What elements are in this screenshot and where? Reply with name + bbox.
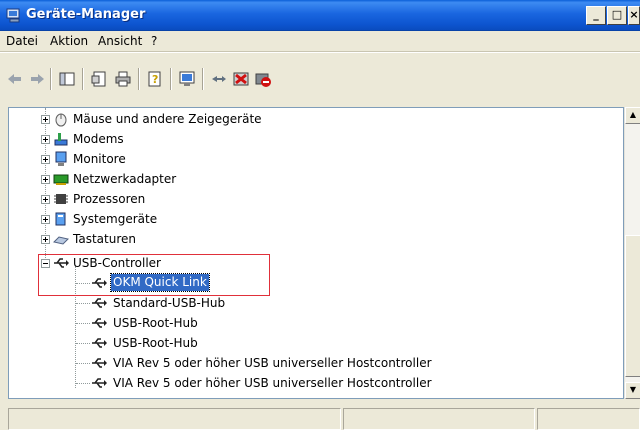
usb-icon <box>92 378 107 388</box>
expand-toggle[interactable] <box>41 175 50 184</box>
category-modems[interactable]: Modems <box>9 129 609 149</box>
status-bar <box>8 408 640 430</box>
toolbar-separator <box>138 68 140 90</box>
svg-text:?: ? <box>152 73 158 86</box>
toolbar-separator <box>170 68 172 90</box>
scroll-down-button[interactable]: ▼ <box>625 382 640 399</box>
category-maeuse[interactable]: Mäuse und andere Zeigegeräte <box>9 109 609 129</box>
maximize-button[interactable]: □ <box>607 6 627 25</box>
toolbar: ? <box>0 52 640 101</box>
scroll-thumb[interactable] <box>625 235 640 377</box>
category-monitore[interactable]: Monitore <box>9 149 609 169</box>
menu-ansicht[interactable]: Ansicht <box>98 34 142 48</box>
toolbar-separator <box>50 68 52 90</box>
system-device-icon <box>55 212 66 226</box>
title-bar[interactable]: Geräte-Manager _ □ × <box>0 0 640 31</box>
menu-bar: Datei Aktion Ansicht ? <box>0 31 640 52</box>
device-label: VIA Rev 5 oder höher USB universeller Ho… <box>113 376 432 390</box>
category-label: Prozessoren <box>73 192 146 206</box>
category-label: Tastaturen <box>73 232 136 246</box>
toolbar-separator <box>82 68 84 90</box>
vertical-scrollbar[interactable]: ▲ ▼ <box>624 107 640 399</box>
device-usb-root-hub[interactable]: USB-Root-Hub <box>9 313 609 333</box>
device-standard-usb-hub[interactable]: Standard-USB-Hub <box>9 293 609 313</box>
expand-toggle[interactable] <box>41 215 50 224</box>
category-netzwerkadapter[interactable]: Netzwerkadapter <box>9 169 609 189</box>
scroll-up-button[interactable]: ▲ <box>625 107 640 124</box>
window-title: Geräte-Manager <box>26 7 146 22</box>
usb-icon <box>92 298 107 308</box>
device-via-hostcontroller[interactable]: VIA Rev 5 oder höher USB universeller Ho… <box>9 353 609 373</box>
category-label: Monitore <box>73 152 126 166</box>
device-tree[interactable]: Mäuse und andere Zeigegeräte Modems Moni… <box>8 107 624 399</box>
forward-icon[interactable] <box>28 70 46 88</box>
menu-help[interactable]: ? <box>151 34 157 48</box>
device-label: Standard-USB-Hub <box>113 296 226 310</box>
expand-toggle[interactable] <box>41 155 50 164</box>
close-button[interactable]: × <box>628 6 640 25</box>
expand-toggle[interactable] <box>41 135 50 144</box>
mouse-icon <box>55 113 67 127</box>
category-label: Modems <box>73 132 124 146</box>
device-label: USB-Root-Hub <box>113 316 198 330</box>
console-tree-icon[interactable] <box>58 70 76 88</box>
print-icon[interactable] <box>114 70 132 88</box>
category-label: Systemgeräte <box>73 212 158 226</box>
help-icon[interactable]: ? <box>146 70 164 88</box>
scan-hardware-icon[interactable] <box>178 70 196 88</box>
network-adapter-icon <box>53 174 69 185</box>
device-label: VIA Rev 5 oder höher USB universeller Ho… <box>113 356 432 370</box>
device-usb-root-hub[interactable]: USB-Root-Hub <box>9 333 609 353</box>
device-manager-icon <box>6 8 20 23</box>
minimize-button[interactable]: _ <box>586 6 606 25</box>
status-panel <box>537 408 640 430</box>
properties-icon[interactable] <box>90 70 108 88</box>
category-systemgeraete[interactable]: Systemgeräte <box>9 209 609 229</box>
processor-icon <box>54 194 68 204</box>
category-prozessoren[interactable]: Prozessoren <box>9 189 609 209</box>
modem-icon <box>54 133 68 146</box>
device-via-hostcontroller[interactable]: VIA Rev 5 oder höher USB universeller Ho… <box>9 373 609 393</box>
toolbar-separator <box>202 68 204 90</box>
menu-aktion[interactable]: Aktion <box>50 34 88 48</box>
status-panel <box>8 408 341 430</box>
disable-icon[interactable] <box>254 70 272 88</box>
uninstall-icon[interactable] <box>232 70 250 88</box>
device-label: USB-Root-Hub <box>113 336 198 350</box>
usb-icon <box>92 318 107 328</box>
keyboard-icon <box>53 236 69 245</box>
usb-icon <box>92 338 107 348</box>
category-tastaturen[interactable]: Tastaturen <box>9 229 609 249</box>
highlight-box <box>38 254 270 296</box>
category-label: Netzwerkadapter <box>73 172 177 186</box>
expand-toggle[interactable] <box>41 115 50 124</box>
monitor-icon <box>55 151 67 166</box>
expand-toggle[interactable] <box>41 235 50 244</box>
status-panel <box>343 408 535 430</box>
category-label: Mäuse und andere Zeigegeräte <box>73 112 262 126</box>
update-driver-icon[interactable] <box>210 70 228 88</box>
expand-toggle[interactable] <box>41 195 50 204</box>
menu-datei[interactable]: Datei <box>6 34 38 48</box>
usb-icon <box>92 358 107 368</box>
back-icon[interactable] <box>6 70 24 88</box>
